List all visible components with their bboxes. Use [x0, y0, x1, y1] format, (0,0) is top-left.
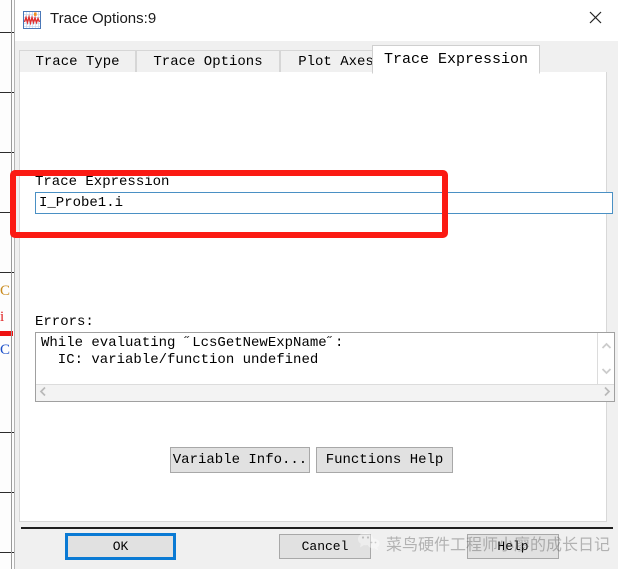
- tab-trace-options[interactable]: Trace Options: [136, 50, 280, 73]
- functions-help-button[interactable]: Functions Help: [316, 447, 453, 473]
- tab-label: Trace Expression: [383, 51, 529, 68]
- chevron-right-icon[interactable]: [603, 384, 611, 402]
- chevron-left-icon[interactable]: [39, 384, 47, 402]
- tab-label: Plot Axes: [298, 54, 374, 70]
- screenshot-root: C i C Trace Options:9 Trace Type Trace O…: [0, 0, 618, 569]
- errors-textbox[interactable]: While evaluating ˝LcsGetNewExpName˝: IC:…: [35, 332, 615, 402]
- waveform-graph-icon: [23, 11, 41, 29]
- ok-label: OK: [112, 539, 129, 554]
- errors-text: While evaluating ˝LcsGetNewExpName˝: IC:…: [41, 335, 344, 368]
- tab-trace-type[interactable]: Trace Type: [19, 50, 136, 73]
- close-icon[interactable]: [572, 0, 618, 34]
- help-label: Help: [497, 539, 529, 554]
- tab-label: Trace Type: [35, 54, 120, 70]
- cancel-button[interactable]: Cancel: [279, 534, 371, 559]
- title-bar: Trace Options:9: [15, 0, 618, 41]
- ok-button[interactable]: OK: [65, 533, 176, 560]
- bottom-button-bar: OK Cancel Help: [15, 529, 618, 569]
- tab-strip: Trace Type Trace Options Plot Axes Trace…: [15, 41, 618, 74]
- tab-label: Trace Options: [153, 54, 263, 70]
- trace-expression-label: Trace Expression: [35, 174, 170, 190]
- functions-help-label: Functions Help: [325, 452, 444, 468]
- variable-info-label: Variable Info...: [172, 452, 308, 468]
- trace-options-dialog: Trace Options:9 Trace Type Trace Options…: [14, 0, 618, 569]
- trace-expression-input[interactable]: [35, 192, 613, 214]
- errors-label: Errors:: [35, 314, 94, 330]
- chevron-up-icon[interactable]: [601, 337, 612, 355]
- chevron-down-icon[interactable]: [601, 362, 612, 380]
- window-title: Trace Options:9: [50, 10, 157, 27]
- cancel-label: Cancel: [301, 539, 349, 554]
- variable-info-button[interactable]: Variable Info...: [170, 447, 310, 473]
- background-app-strip: C i C: [0, 0, 14, 569]
- errors-vertical-scrollbar[interactable]: [597, 333, 614, 384]
- help-button[interactable]: Help: [467, 534, 559, 559]
- tab-trace-expression[interactable]: Trace Expression: [372, 45, 540, 74]
- tab-content-panel: [19, 72, 607, 522]
- errors-horizontal-scrollbar[interactable]: [36, 384, 614, 401]
- background-vertical-line: [11, 0, 12, 569]
